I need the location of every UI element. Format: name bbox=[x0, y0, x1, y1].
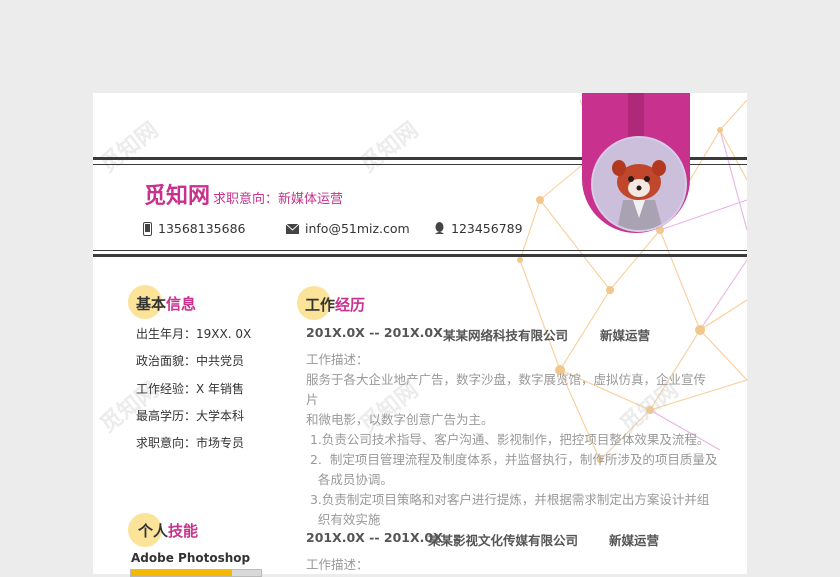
avatar bbox=[591, 136, 687, 232]
job-description: 工作描述： bbox=[306, 555, 706, 575]
email-address: info@51miz.com bbox=[305, 221, 410, 236]
info-item: 政治面貌：中共党员 bbox=[136, 354, 245, 368]
mail-icon bbox=[286, 223, 299, 234]
job-description: 工作描述： 服务于各大企业地产广告，数字沙盘，数字展览馆，虚拟仿真，企业宣传片 … bbox=[306, 350, 718, 530]
desc-line: 各成员协调。 bbox=[306, 472, 393, 487]
job-period: 201X.0X -- 201X.0X bbox=[306, 325, 443, 340]
info-item: 最高学历：大学本科 bbox=[136, 409, 245, 423]
skill-level-fill bbox=[131, 570, 233, 576]
candidate-name: 觅知网 bbox=[144, 184, 211, 209]
phone-number: 13568135686 bbox=[158, 221, 246, 236]
contact-email: info@51miz.com bbox=[286, 221, 410, 236]
qq-penguin-icon bbox=[435, 222, 444, 234]
header-rule-bottom bbox=[93, 254, 747, 257]
contact-phone: 13568135686 bbox=[143, 221, 245, 236]
info-item: 工作经验：X 年销售 bbox=[136, 382, 245, 396]
desc-label: 工作描述： bbox=[306, 557, 369, 572]
desc-line: 3.负责制定项目策略和对客户进行提炼，并根据需求制定出方案设计并组 bbox=[306, 492, 710, 507]
qq-number: 123456789 bbox=[451, 221, 523, 236]
header-rule-bottom-thin bbox=[93, 250, 747, 251]
job-period: 201X.0X -- 201X.0X bbox=[306, 530, 443, 545]
desc-line: 和微电影，以数字创意广告为主。 bbox=[306, 412, 494, 427]
job-company: 某某网络科技有限公司 bbox=[443, 328, 569, 343]
info-item: 出生年月：19XX. 0X bbox=[136, 327, 252, 341]
work-title: 工作经历 bbox=[305, 296, 366, 314]
job-company: 某某影视文化传媒有限公司 bbox=[428, 533, 579, 548]
basic-info-title: 基本信息 bbox=[136, 295, 197, 313]
desc-label: 工作描述： bbox=[306, 352, 369, 367]
info-item: 求职意向：市场专员 bbox=[136, 436, 245, 450]
desc-line: 2. 制定项目管理流程及制度体系，并监督执行，制作所涉及的项目质量及 bbox=[306, 452, 718, 467]
job-role: 新媒运营 bbox=[600, 328, 651, 343]
desc-line: 织有效实施 bbox=[306, 512, 381, 527]
desc-line: 1.负责公司技术指导、客户沟通、影视制作，把控项目整体效果及流程。 bbox=[306, 432, 710, 447]
desc-line: 服务于各大企业地产广告，数字沙盘，数字展览馆，虚拟仿真，企业宣传片 bbox=[306, 372, 707, 407]
phone-icon bbox=[143, 221, 152, 236]
skill-level-bar bbox=[130, 569, 262, 577]
skills-title: 个人技能 bbox=[138, 522, 199, 540]
job-intent: 求职意向：新媒体运营 bbox=[213, 192, 344, 207]
job-role: 新媒运营 bbox=[609, 533, 660, 548]
contact-qq: 123456789 bbox=[434, 221, 523, 236]
skill-name: Adobe Photoshop bbox=[131, 551, 251, 565]
